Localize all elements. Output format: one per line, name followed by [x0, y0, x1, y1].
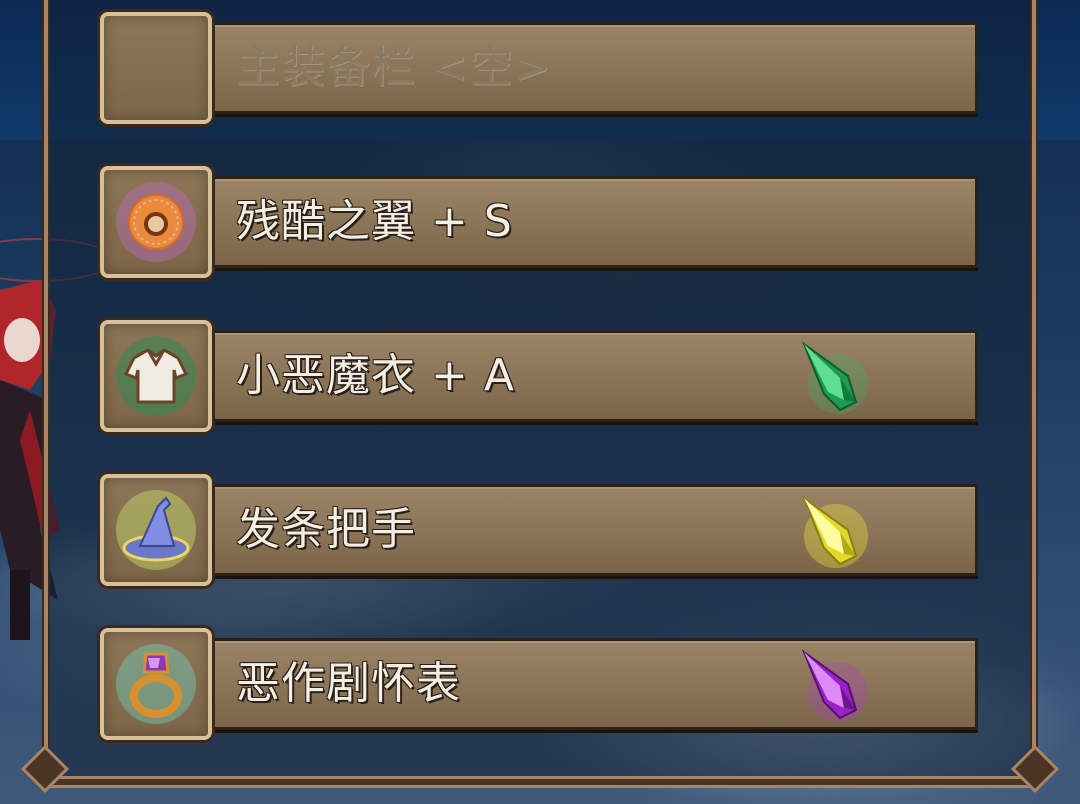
shirt-icon [100, 320, 212, 432]
green-gem-icon [801, 341, 868, 414]
donut-icon [100, 166, 212, 278]
slot-label: 小恶魔衣 + A [236, 350, 515, 401]
slot-cruel-wings[interactable]: 残酷之翼 + S [98, 166, 986, 282]
slot-clockwork-handle[interactable]: 发条把手 [98, 474, 986, 590]
slot-label: 主装备栏 <空> [236, 42, 552, 93]
slot-imp-robe[interactable]: 小恶魔衣 + A [98, 320, 986, 436]
slot-label: 恶作剧怀表 [236, 658, 461, 709]
ring-icon [100, 628, 212, 740]
empty-slot-icon [100, 12, 212, 124]
yellow-gem-icon [801, 495, 868, 568]
slot-prank-pocketwatch[interactable]: 恶作剧怀表 [98, 628, 986, 744]
game-scene: 主装备栏 <空> 残酷之翼 + S 小恶魔衣 + A 发条把手 恶作剧怀表 [0, 0, 1080, 804]
slot-main-equipment[interactable]: 主装备栏 <空> [98, 12, 986, 128]
panel-bottom-border [40, 776, 1040, 788]
slot-label: 发条把手 [236, 504, 416, 555]
slot-label: 残酷之翼 + S [236, 196, 513, 247]
purple-gem-icon [801, 649, 868, 722]
wizard-hat-icon [100, 474, 212, 586]
